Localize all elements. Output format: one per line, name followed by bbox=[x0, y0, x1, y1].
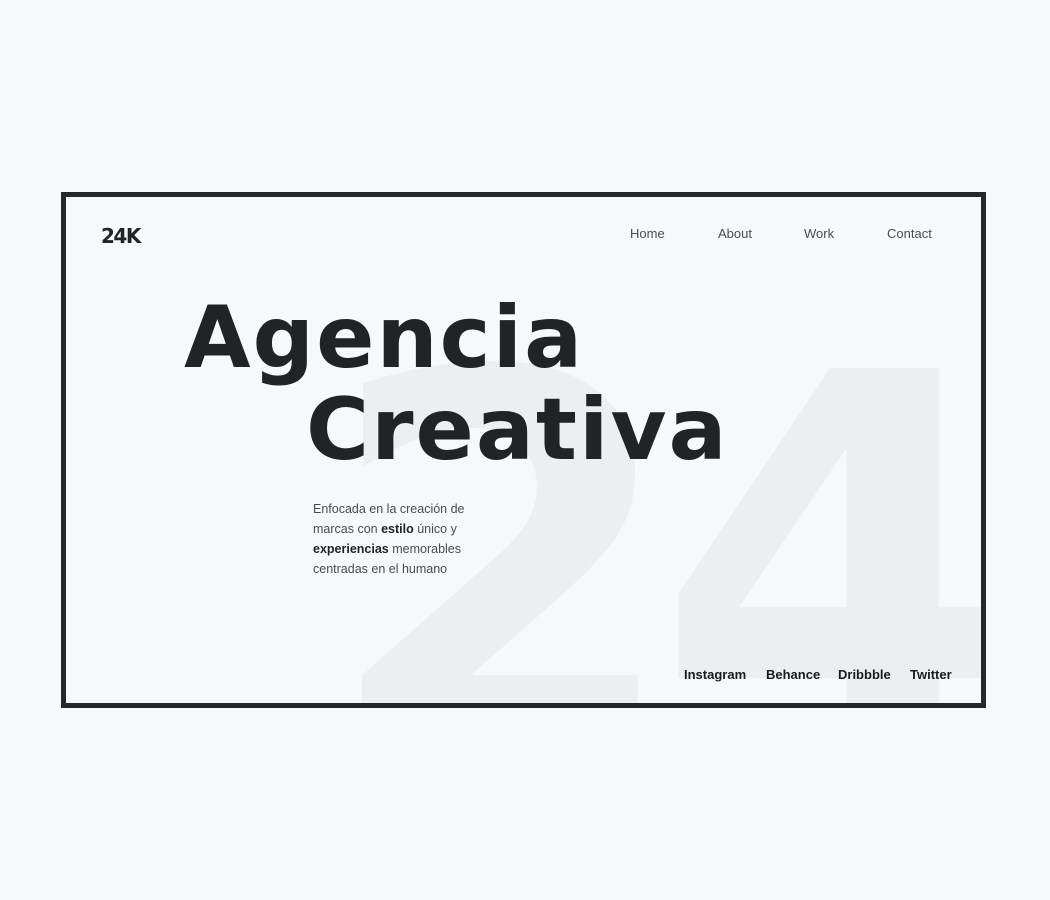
website-frame: 24K 24K Home About Work Contact Agencia … bbox=[61, 192, 986, 708]
dribbble-link[interactable]: Dribbble bbox=[838, 667, 891, 682]
behance-link[interactable]: Behance bbox=[766, 667, 820, 682]
nav-work-link[interactable]: Work bbox=[804, 226, 834, 241]
main-nav: Home About Work Contact bbox=[66, 226, 981, 246]
description-bold-experiencias: experiencias bbox=[313, 542, 389, 556]
hero-title-line2: Creativa bbox=[306, 380, 729, 480]
description-bold-estilo: estilo bbox=[381, 522, 414, 536]
description-text: único y bbox=[413, 522, 457, 536]
nav-home-link[interactable]: Home bbox=[630, 226, 665, 241]
social-links: Instagram Behance Dribbble Twitter bbox=[66, 667, 981, 687]
hero-description: Enfocada en la creación de marcas con es… bbox=[313, 499, 483, 579]
twitter-link[interactable]: Twitter bbox=[910, 667, 952, 682]
hero-title-line1: Agencia bbox=[184, 288, 585, 388]
nav-about-link[interactable]: About bbox=[718, 226, 752, 241]
nav-contact-link[interactable]: Contact bbox=[887, 226, 932, 241]
instagram-link[interactable]: Instagram bbox=[684, 667, 746, 682]
